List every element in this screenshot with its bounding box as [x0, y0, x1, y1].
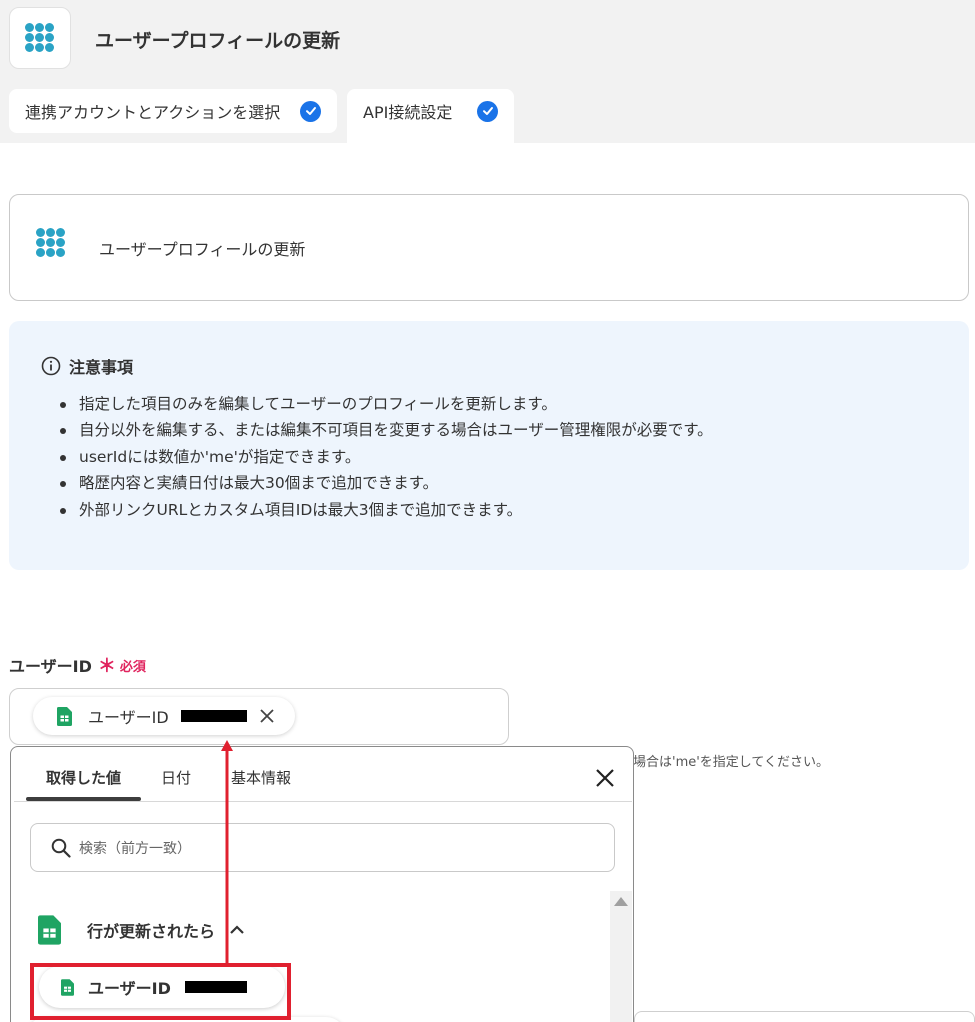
check-circle-icon [300, 100, 321, 122]
check-circle-icon [477, 100, 498, 122]
yoom-dots-icon [36, 228, 65, 257]
list-item: 略歴内容と実績日付は最大30個まで追加できます。 [60, 470, 713, 496]
user-id-value-chip[interactable]: ユーザーID [33, 697, 295, 735]
list-item: 自分以外を編集する、または編集不可項目を変更する場合はユーザー管理権限が必要です… [60, 417, 713, 443]
google-sheets-icon [57, 706, 72, 726]
highlight-box [30, 963, 291, 1020]
group-label: 行が更新されたら [87, 922, 216, 941]
info-icon [41, 356, 61, 376]
list-item: 外部リンクURLとカスタム項目IDは最大3個まで追加できます。 [60, 497, 713, 523]
action-card: ユーザープロフィールの更新 [9, 194, 969, 301]
chevron-up-icon[interactable] [229, 924, 245, 936]
list-item: 指定した項目のみを編集してユーザーのプロフィールを更新します。 [60, 391, 713, 417]
next-field-edge [634, 1011, 975, 1022]
close-icon[interactable] [259, 708, 275, 724]
scrollbar[interactable] [610, 891, 632, 1022]
action-card-title: ユーザープロフィールの更新 [99, 240, 306, 259]
user-id-label: ユーザーID ＊ 必須 [9, 652, 146, 678]
helper-text: 場合は'me'を指定してください。 [633, 755, 830, 770]
tab-api-settings[interactable]: API接続設定 [347, 89, 514, 143]
search-input[interactable]: 検索（前方一致） [30, 823, 615, 872]
search-icon [51, 838, 71, 858]
chip-label: ユーザーID [88, 708, 169, 727]
search-placeholder: 検索（前方一致） [79, 840, 191, 857]
field-label-text: ユーザーID [9, 657, 92, 676]
divider [14, 801, 632, 802]
app-icon [9, 7, 71, 69]
yoom-dots-icon [25, 23, 54, 52]
tab-select-account-action[interactable]: 連携アカウントとアクションを選択 [9, 89, 337, 133]
tab-date[interactable]: 日付 [161, 767, 191, 788]
page-title: ユーザープロフィールの更新 [95, 30, 341, 52]
notice-heading-text: 注意事項 [69, 358, 134, 377]
notice-box: 注意事項 指定した項目のみを編集してユーザーのプロフィールを更新します。 自分以… [9, 321, 969, 570]
required-mark: ＊ [97, 656, 116, 677]
close-icon[interactable] [594, 767, 616, 789]
trigger-group-header[interactable]: 行が更新されたら [38, 915, 245, 945]
tab-label: 連携アカウントとアクションを選択 [25, 103, 281, 122]
tab-acquired-values[interactable]: 取得した値 [46, 767, 121, 788]
required-text: 必須 [119, 659, 146, 675]
tab-label: API接続設定 [363, 103, 453, 122]
top-bar: ユーザープロフィールの更新 連携アカウントとアクションを選択 API接続設定 [0, 0, 975, 143]
google-sheets-icon [38, 915, 61, 945]
list-item: userIdには数値か'me'が指定できます。 [60, 444, 713, 470]
tab-basic-info[interactable]: 基本情報 [231, 767, 291, 788]
scroll-up-icon[interactable] [614, 897, 628, 906]
notice-heading: 注意事項 [41, 354, 133, 378]
redacted-value [180, 710, 247, 722]
notice-list: 指定した項目のみを編集してユーザーのプロフィールを更新します。 自分以外を編集す… [60, 391, 713, 523]
